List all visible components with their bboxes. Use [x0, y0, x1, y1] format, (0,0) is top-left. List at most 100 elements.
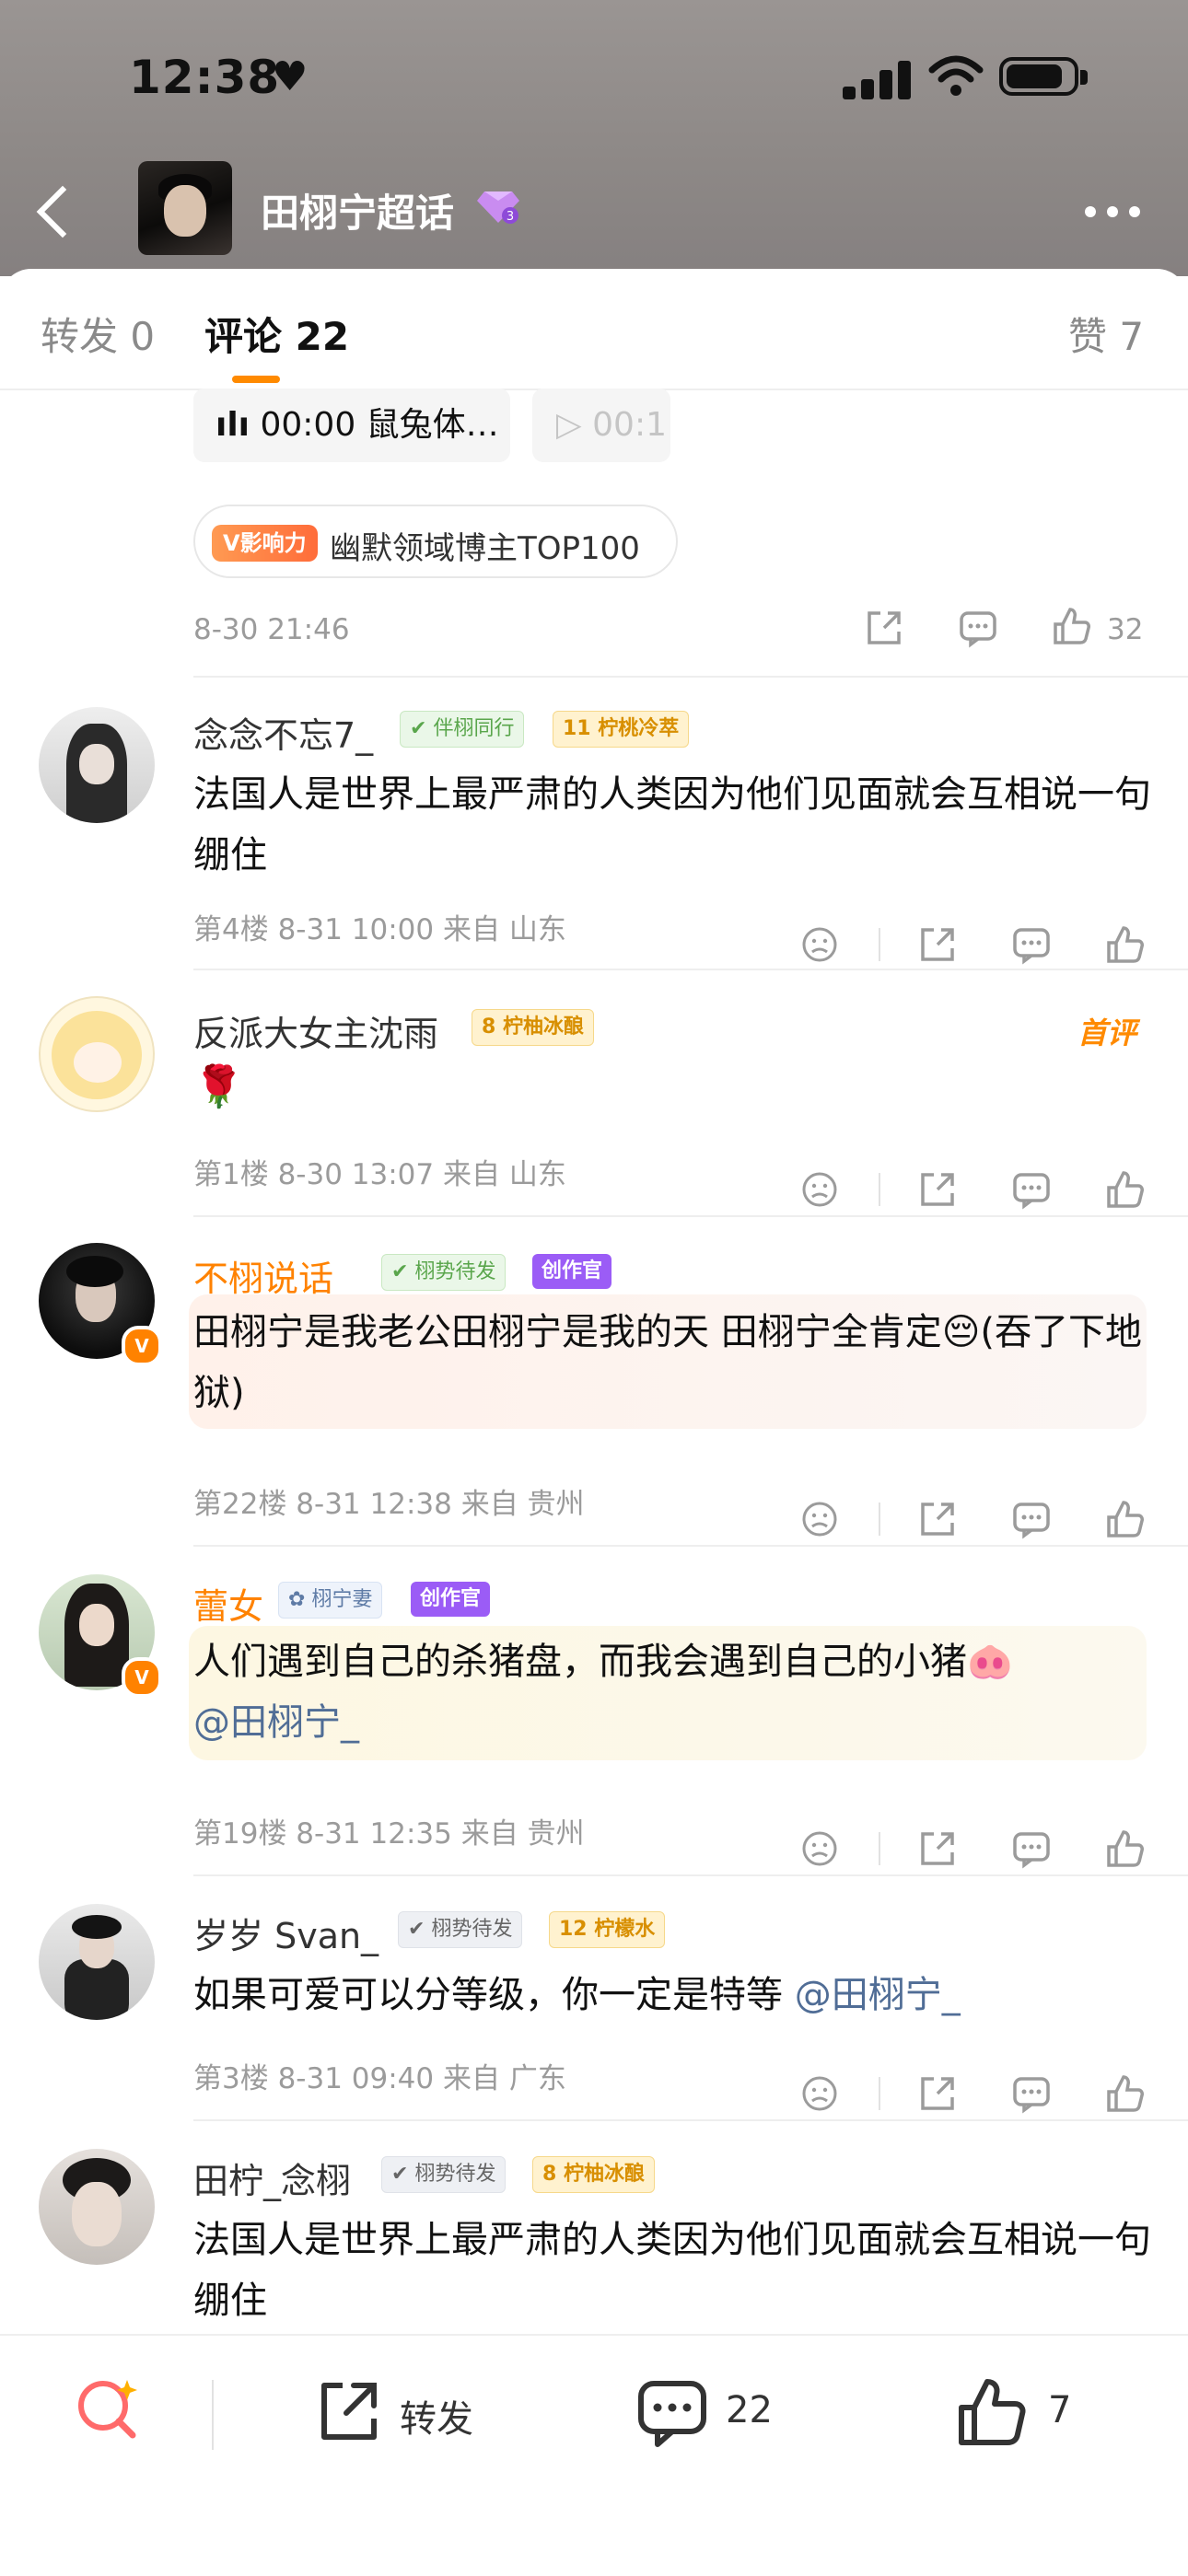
- level-tag: 8 柠柚冰酿: [532, 2156, 655, 2193]
- divider: [193, 1874, 1188, 1876]
- comment-meta: 第22楼 8-31 12:38 来自 贵州: [193, 1488, 585, 1521]
- verified-badge-icon: V: [122, 1326, 162, 1366]
- audio-bars-icon: ılı: [215, 406, 250, 444]
- creator-tag: 创作官: [411, 1582, 491, 1617]
- topic-avatar[interactable]: [138, 161, 232, 255]
- creator-tag: 创作官: [532, 1254, 612, 1289]
- dislike-icon[interactable]: [799, 1499, 840, 1543]
- active-tab-indicator: [232, 376, 280, 383]
- back-icon[interactable]: [28, 177, 83, 241]
- like-thumb-icon[interactable]: [956, 2374, 1030, 2452]
- tab-bar: 转发 0 评论 22 赞 7: [0, 269, 1188, 390]
- comment-meta: 第3楼 8-31 09:40 来自 广东: [193, 2062, 566, 2095]
- share-icon[interactable]: [864, 608, 904, 652]
- nav-bar: 田栩宁超话 3: [0, 157, 1188, 267]
- action-separator: [879, 1503, 880, 1536]
- mention-link[interactable]: @田栩宁_: [795, 1974, 961, 2016]
- comment-text: 如果可爱可以分等级，你一定是特等 @田栩宁_: [193, 1974, 961, 2016]
- influence-badge: V影响力: [212, 525, 318, 562]
- more-options-icon[interactable]: [1085, 203, 1149, 221]
- dislike-icon[interactable]: [799, 924, 840, 969]
- share-icon[interactable]: [917, 924, 958, 969]
- wifi-icon: [928, 53, 984, 99]
- share-icon[interactable]: [917, 1499, 958, 1543]
- divider: [193, 676, 1188, 678]
- status-time: 12:38: [129, 51, 281, 104]
- action-separator: [879, 928, 880, 961]
- fan-tag: ✿ 栩宁妻: [278, 1582, 383, 1619]
- divider: [193, 1215, 1188, 1217]
- like-icon[interactable]: [1052, 606, 1092, 650]
- svg-text:3: 3: [507, 210, 514, 224]
- topic-header: 12:38 ♥ 田栩宁超话 3: [0, 0, 1188, 276]
- comment-icon[interactable]: [1011, 1169, 1052, 1213]
- comment-username[interactable]: 不栩说话_: [193, 1250, 351, 1301]
- tab-comments[interactable]: 评论 22: [204, 306, 349, 362]
- audio-chip[interactable]: ılı 00:00 鼠兔体…: [193, 389, 510, 462]
- avatar[interactable]: [39, 2149, 155, 2265]
- level-tag: 8 柠柚冰酿: [472, 1009, 594, 1046]
- avatar[interactable]: [39, 996, 155, 1112]
- like-icon[interactable]: [1105, 2073, 1146, 2118]
- like-icon[interactable]: [1105, 924, 1146, 969]
- bottom-action-bar: 转发 22 7: [0, 2334, 1188, 2576]
- audio-chip-label: 00:00 鼠兔体…: [260, 406, 499, 444]
- like-count[interactable]: 7: [1048, 2389, 1071, 2431]
- audio-chip[interactable]: ▷ 00:1: [532, 389, 670, 462]
- like-icon[interactable]: [1105, 1169, 1146, 1213]
- action-separator: [879, 1173, 880, 1206]
- comment-text: 法国人是世界上最严肃的人类因为他们见面就会互相说一句绷住: [193, 2219, 1151, 2322]
- action-separator: [879, 2077, 880, 2110]
- dislike-icon[interactable]: [799, 1169, 840, 1213]
- share-icon[interactable]: [917, 2073, 958, 2118]
- comment-icon[interactable]: [958, 608, 998, 652]
- comment-text: 人们遇到自己的杀猪盘，而我会遇到自己的小猪🐽 @田栩宁_: [193, 1641, 1013, 1744]
- comment-username[interactable]: 田柠_念栩: [193, 2152, 351, 2203]
- comment-username[interactable]: 蕾女: [193, 1578, 263, 1629]
- topic-title[interactable]: 田栩宁超话: [261, 182, 454, 238]
- mention-link[interactable]: @田栩宁_: [193, 1701, 359, 1744]
- tab-repost[interactable]: 转发 0: [41, 306, 155, 362]
- share-icon[interactable]: [917, 1828, 958, 1873]
- comment-icon[interactable]: [1011, 924, 1052, 969]
- share-icon[interactable]: [917, 1169, 958, 1213]
- search-spark-icon[interactable]: [74, 2373, 144, 2446]
- cellular-signal-icon: [843, 59, 916, 99]
- comment-bubble-icon[interactable]: [635, 2378, 709, 2452]
- action-separator: [879, 1832, 880, 1865]
- battery-icon: [999, 57, 1088, 96]
- repost-icon[interactable]: [313, 2376, 383, 2450]
- fan-tag: ✔ 伴栩同行: [400, 711, 525, 748]
- fan-tag: ✔ 栩势待发: [381, 1254, 507, 1291]
- comment-icon[interactable]: [1011, 1828, 1052, 1873]
- like-count: 32: [1107, 613, 1144, 646]
- comment-count[interactable]: 22: [726, 2389, 773, 2431]
- comment-meta: 第1楼 8-30 13:07 来自 山东: [193, 1158, 566, 1191]
- comment-text: 🌹: [193, 1063, 244, 1110]
- influence-text: 幽默领域博主TOP100: [330, 530, 640, 567]
- like-icon[interactable]: [1105, 1828, 1146, 1873]
- post-timestamp: 8-30 21:46: [193, 613, 350, 646]
- dislike-icon[interactable]: [799, 2073, 840, 2118]
- divider: [193, 2119, 1188, 2121]
- comment-username[interactable]: 念念不忘7_: [193, 707, 373, 758]
- heart-icon: ♥: [272, 53, 309, 100]
- influence-badge-pill[interactable]: V影响力 幽默领域博主TOP100: [193, 505, 678, 578]
- avatar[interactable]: [39, 707, 155, 823]
- fan-tag: ✔ 栩势待发: [381, 2156, 507, 2193]
- level-tag: 11 柠桃冷萃: [553, 711, 690, 748]
- comment-username[interactable]: 反派大女主沈雨: [193, 1005, 438, 1056]
- bar-separator: [212, 2380, 214, 2450]
- dislike-icon[interactable]: [799, 1828, 840, 1873]
- fan-tag: ✔ 栩势待发: [398, 1911, 523, 1948]
- comment-icon[interactable]: [1011, 2073, 1052, 2118]
- repost-label[interactable]: 转发: [400, 2389, 473, 2443]
- play-icon: ▷: [556, 406, 582, 444]
- tab-likes[interactable]: 赞 7: [1068, 306, 1144, 362]
- status-bar: 12:38 ♥: [0, 0, 1188, 157]
- comment-icon[interactable]: [1011, 1499, 1052, 1543]
- gem-level-3-icon: 3: [477, 188, 519, 233]
- like-icon[interactable]: [1105, 1499, 1146, 1543]
- avatar[interactable]: [39, 1904, 155, 2020]
- comment-username[interactable]: 岁岁 Svan_: [193, 1908, 379, 1958]
